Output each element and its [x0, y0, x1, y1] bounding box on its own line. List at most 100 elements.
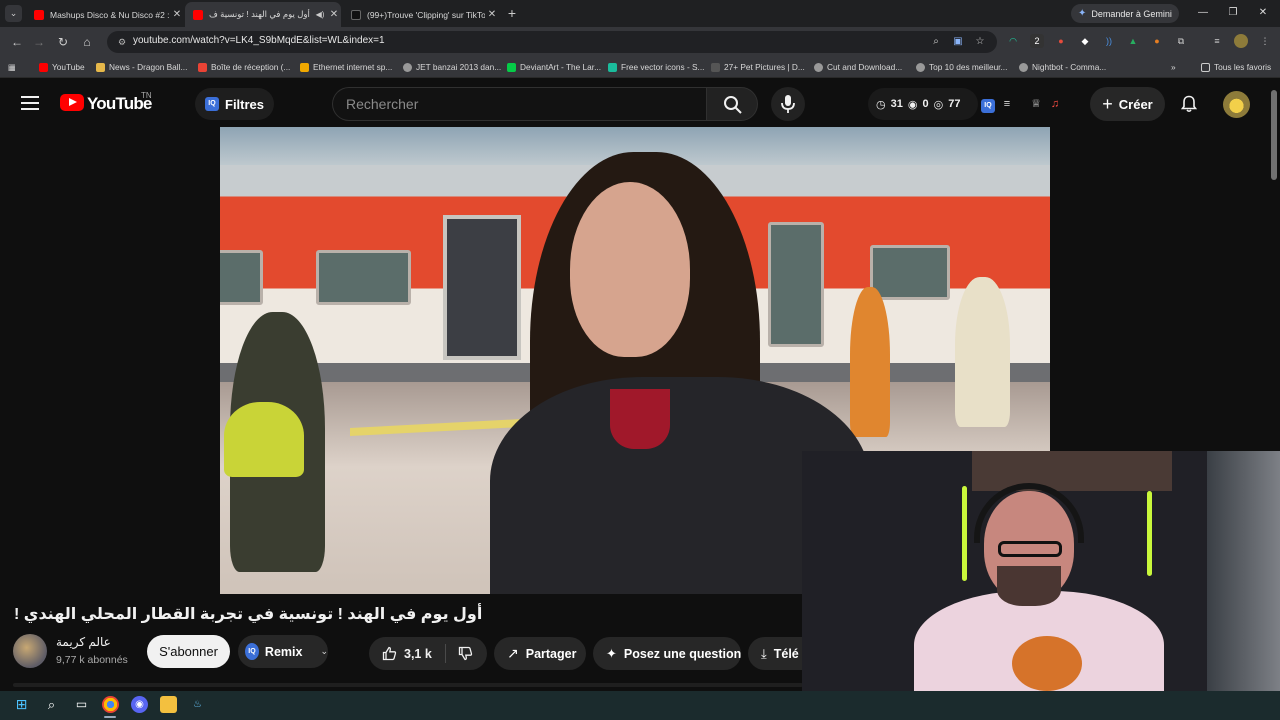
- ask-gemini-button[interactable]: ✦ Demander à Gemini: [1071, 4, 1179, 23]
- chevron-right-icon[interactable]: »: [1171, 60, 1176, 74]
- restore-icon[interactable]: ❐: [1225, 5, 1241, 21]
- extension-badge-icon[interactable]: 2: [1030, 34, 1044, 48]
- subscribe-button[interactable]: S'abonner: [147, 635, 230, 668]
- reload-icon[interactable]: ↻: [54, 33, 72, 51]
- apps-icon[interactable]: ▦: [8, 60, 16, 74]
- minimize-icon[interactable]: —: [1195, 5, 1211, 21]
- search-button[interactable]: [706, 87, 758, 121]
- gemini-icon: ✦: [1078, 8, 1087, 19]
- youtube-logo-icon[interactable]: [60, 94, 84, 111]
- search-icon[interactable]: ⌕: [43, 696, 60, 713]
- bookmark-item[interactable]: JET banzai 2013 dan...: [403, 60, 501, 74]
- filters-button[interactable]: IQ Filtres: [195, 88, 275, 120]
- menu-icon[interactable]: [21, 96, 39, 110]
- bookmark-item[interactable]: 27+ Pet Pictures | D...: [711, 60, 805, 74]
- back-icon[interactable]: ←: [8, 33, 26, 51]
- tab-list-icon[interactable]: ≡: [1210, 34, 1224, 48]
- active-app-indicator: [104, 716, 116, 718]
- url-text[interactable]: youtube.com/watch?v=LK4_S9bMqdE&list=WL&…: [133, 35, 385, 46]
- bookmark-star-icon[interactable]: ☆: [973, 35, 987, 49]
- task-view-icon[interactable]: ▭: [73, 696, 90, 713]
- vector-icon: [608, 62, 617, 72]
- zoom-icon[interactable]: ⌕: [929, 35, 943, 49]
- iq-icon: IQ: [245, 643, 259, 660]
- speaker-icon[interactable]: ◀): [313, 10, 327, 19]
- forward-icon[interactable]: →: [30, 33, 48, 51]
- extension-icon[interactable]: ▲: [1126, 34, 1140, 48]
- bookmark-label: Top 10 des meilleur...: [929, 62, 1008, 72]
- extension-icon[interactable]: ◠: [1006, 34, 1020, 48]
- bookmark-item[interactable]: Boîte de réception (...: [198, 60, 290, 74]
- close-icon[interactable]: ✕: [485, 9, 499, 20]
- list-icon[interactable]: ≡: [999, 96, 1015, 112]
- bookmark-item[interactable]: Top 10 des meilleur...: [916, 60, 1007, 74]
- puzzle-icon[interactable]: ⧉: [1174, 34, 1188, 48]
- extension-icon[interactable]: )): [1102, 34, 1116, 48]
- webcam-shirt-print: [1012, 636, 1082, 691]
- new-tab-icon[interactable]: +: [504, 5, 520, 21]
- webcam-led-light: [962, 486, 967, 581]
- globe-icon: [916, 62, 925, 72]
- download-label: Télé: [773, 646, 799, 661]
- stats-widget[interactable]: ◷ 31 ◉ 0 ◎ 77: [868, 88, 978, 120]
- file-explorer-icon[interactable]: [160, 696, 177, 713]
- browser-tab[interactable]: Mashups Disco & Nu Disco #2 : ✕: [26, 2, 184, 27]
- description-box[interactable]: [13, 683, 803, 687]
- home-icon[interactable]: ⌂: [78, 33, 96, 51]
- bookmark-item[interactable]: Ethernet internet sp...: [300, 60, 392, 74]
- chrome-icon[interactable]: [102, 696, 119, 713]
- bookmark-youtube[interactable]: YouTube: [39, 60, 85, 74]
- iq-icon[interactable]: IQ: [981, 99, 995, 113]
- more-icon[interactable]: ⋮: [1258, 34, 1272, 48]
- remix-button[interactable]: IQ Remix ⌄: [238, 635, 328, 668]
- channel-name[interactable]: عالم كريمة: [56, 635, 111, 649]
- notification-alert-icon[interactable]: ♫: [1047, 96, 1063, 112]
- avatar[interactable]: [1223, 91, 1250, 118]
- channel-avatar[interactable]: [13, 634, 47, 668]
- bookmark-item[interactable]: DeviantArt - The Lar...: [507, 60, 601, 74]
- extension-icon[interactable]: ●: [1150, 34, 1164, 48]
- eye-icon: ◎: [933, 98, 944, 111]
- steam-icon[interactable]: ♨: [189, 696, 206, 713]
- country-code: TN: [141, 91, 152, 100]
- globe-icon: [814, 62, 823, 72]
- iq-icon: IQ: [205, 97, 219, 111]
- translate-icon[interactable]: ▣: [951, 35, 965, 49]
- profile-avatar[interactable]: [1234, 34, 1248, 48]
- tab-search-icon[interactable]: ⌄: [5, 5, 22, 22]
- close-window-icon[interactable]: ✕: [1255, 5, 1271, 21]
- video-scene-window: [316, 250, 411, 305]
- search-input[interactable]: [346, 96, 686, 112]
- close-icon[interactable]: ✕: [327, 9, 341, 20]
- browser-tab[interactable]: (99+)Trouve 'Clipping' sur TikTo ✕: [343, 2, 499, 27]
- trophy-icon[interactable]: ♕: [1028, 96, 1044, 112]
- extension-icon[interactable]: ●: [1054, 34, 1068, 48]
- like-button[interactable]: 3,1 k: [369, 637, 445, 670]
- extension-icon[interactable]: ◆: [1078, 34, 1092, 48]
- windows-start-icon[interactable]: ⊞: [13, 696, 30, 713]
- voice-search-button[interactable]: [771, 87, 805, 121]
- dislike-button[interactable]: [446, 637, 487, 670]
- download-button[interactable]: ⤓ Télé: [748, 637, 802, 670]
- bookmark-label: JET banzai 2013 dan...: [416, 62, 502, 72]
- create-button[interactable]: + Créer: [1090, 87, 1165, 121]
- browser-tab-active[interactable]: أول يوم في الهند ! تونسية ف ◀) ✕: [185, 2, 341, 27]
- stat-views-b: 77: [948, 98, 961, 110]
- bell-icon[interactable]: [1180, 95, 1198, 113]
- share-button[interactable]: ↗ Partager: [494, 637, 586, 670]
- plus-icon: +: [1102, 93, 1113, 114]
- all-bookmarks-folder[interactable]: Tous les favoris: [1201, 60, 1271, 74]
- bookmark-item[interactable]: Nightbot - Comma...: [1019, 60, 1106, 74]
- discord-icon[interactable]: ◉: [131, 696, 148, 713]
- bookmark-item[interactable]: News - Dragon Ball...: [96, 60, 187, 74]
- bookmark-item[interactable]: Free vector icons - S...: [608, 60, 704, 74]
- extension-badge-count: 2: [1034, 36, 1040, 46]
- ask-question-button[interactable]: ✦ Posez une question: [593, 637, 741, 670]
- scrollbar[interactable]: [1271, 90, 1277, 180]
- site-info-icon[interactable]: ⚙: [116, 36, 128, 48]
- close-icon[interactable]: ✕: [170, 9, 184, 20]
- bookmark-item[interactable]: Cut and Download...: [814, 60, 902, 74]
- webcam-shelf: [972, 451, 1172, 491]
- tab-title: Mashups Disco & Nu Disco #2 :: [50, 9, 170, 20]
- clock-icon: ◷: [876, 98, 886, 111]
